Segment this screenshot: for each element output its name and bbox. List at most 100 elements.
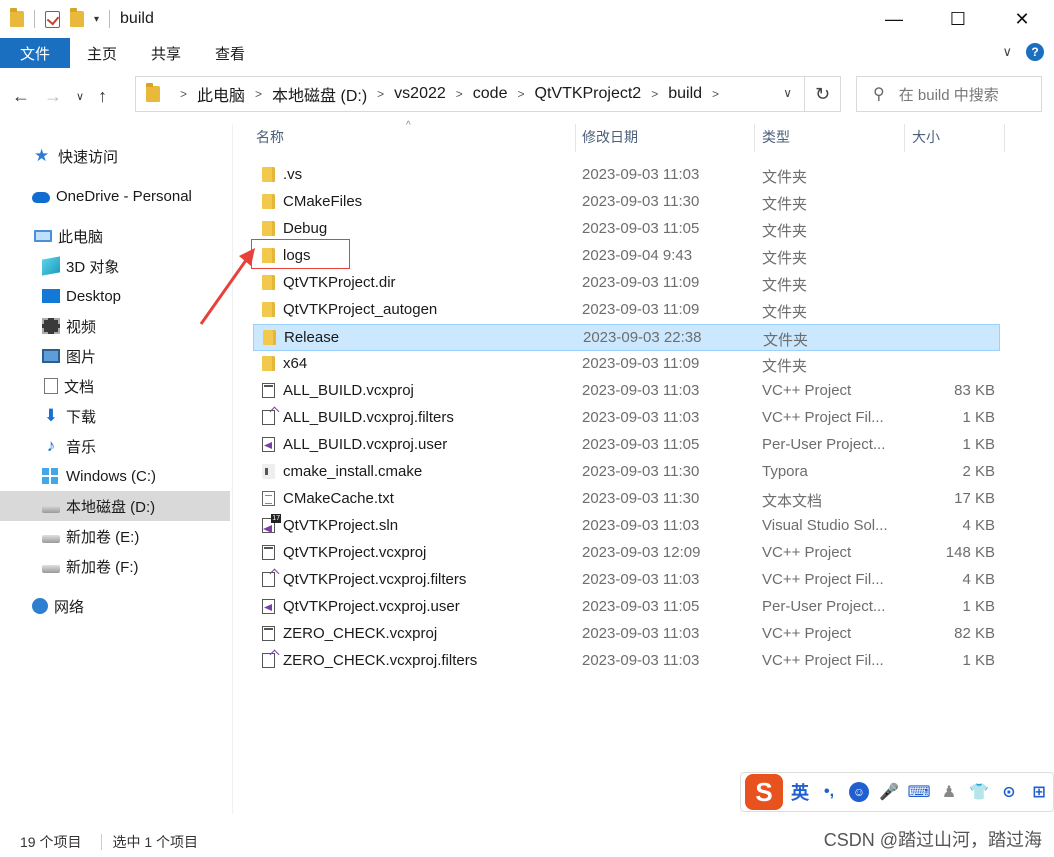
column-header-name[interactable]: 名称	[256, 124, 284, 150]
breadcrumb-qtvtkproject2[interactable]: QtVTKProject2	[535, 85, 642, 103]
file-row[interactable]: .vs 2023-09-03 11:03 文件夹	[253, 162, 1000, 189]
file-type: Typora	[762, 463, 808, 480]
help-icon[interactable]: ?	[1026, 43, 1044, 61]
file-type: 文本文档	[762, 493, 823, 510]
new-folder-icon[interactable]	[70, 8, 84, 27]
breadcrumb-vs2022[interactable]: vs2022	[394, 85, 446, 103]
file-row[interactable]: logs 2023-09-04 9:43 文件夹	[253, 243, 1000, 270]
file-row[interactable]: cmake_install.cmake 2023-09-03 11:30 Typor…	[253, 459, 1000, 486]
recent-locations-button[interactable]: ∨	[76, 90, 84, 103]
file-row[interactable]: Debug 2023-09-03 11:05 文件夹	[253, 216, 1000, 243]
customize-toolbar-icon[interactable]: ▾	[94, 14, 99, 25]
file-row[interactable]: CMakeCache.txt 2023-09-03 11:30 文本文档 17 KB	[253, 486, 1000, 513]
sidebar-item-documents[interactable]: 文档	[0, 371, 230, 401]
file-size: 1 KB	[962, 652, 995, 669]
file-row[interactable]: CMakeFiles 2023-09-03 11:30 文件夹	[253, 189, 1000, 216]
ime-mode-toggle[interactable]: 英	[791, 779, 809, 805]
annotation-arrow	[199, 248, 255, 325]
sidebar-item-onedrive[interactable]: OneDrive - Personal	[0, 181, 230, 211]
tab-share[interactable]: 共享	[134, 38, 198, 68]
file-row[interactable]: QtVTKProject_autogen 2023-09-03 11:09 文件夹	[253, 297, 1000, 324]
sidebar-item-label: 下载	[66, 408, 97, 426]
sidebar-item-drive-f[interactable]: 新加卷 (F:)	[0, 551, 230, 581]
chevron-right-icon[interactable]: >	[255, 87, 262, 101]
file-name: ALL_BUILD.vcxproj	[283, 382, 414, 399]
sidebar-item-this-pc[interactable]: 此电脑	[0, 221, 230, 251]
file-row[interactable]: QtVTKProject.vcxproj.filters 2023-09-03 1…	[253, 567, 1000, 594]
file-row[interactable]: QtVTKProject.dir 2023-09-03 11:09 文件夹	[253, 270, 1000, 297]
folder-icon[interactable]	[10, 8, 24, 27]
chevron-right-icon[interactable]: >	[180, 87, 187, 101]
address-dropdown-button[interactable]: ∨	[783, 86, 792, 100]
sidebar-item-quick-access[interactable]: ★ 快速访问	[0, 141, 230, 171]
chevron-right-icon[interactable]: >	[712, 87, 719, 101]
column-divider[interactable]	[904, 124, 905, 152]
emoji-icon[interactable]: ☺	[849, 782, 869, 802]
grid-icon[interactable]: ⊞	[1029, 782, 1049, 802]
sidebar-item-music[interactable]: ♪ 音乐	[0, 431, 230, 461]
sogou-logo-icon[interactable]: S	[745, 774, 783, 810]
file-row[interactable]: Release 2023-09-03 22:38 文件夹	[253, 324, 1000, 351]
chevron-right-icon[interactable]: >	[456, 87, 463, 101]
column-divider[interactable]	[754, 124, 755, 152]
sidebar-item-label: 快速访问	[58, 148, 119, 166]
file-row[interactable]: ALL_BUILD.vcxproj.filters 2023-09-03 11:0…	[253, 405, 1000, 432]
column-header-date[interactable]: 修改日期	[582, 124, 638, 150]
file-row[interactable]: x64 2023-09-03 11:09 文件夹	[253, 351, 1000, 378]
sidebar-item-downloads[interactable]: ⬇ 下载	[0, 401, 230, 431]
close-button[interactable]: ✕	[990, 0, 1054, 38]
breadcrumb-code[interactable]: code	[473, 85, 508, 103]
user-icon[interactable]: ♟	[939, 782, 959, 802]
search-icon: ⚲	[873, 86, 885, 103]
sidebar-item-label: 3D 对象	[66, 258, 120, 276]
file-row[interactable]: ZERO_CHECK.vcxproj.filters 2023-09-03 11:…	[253, 648, 1000, 675]
file-row[interactable]: QtVTKProject.vcxproj 2023-09-03 12:09 VC++…	[253, 540, 1000, 567]
breadcrumb-this-pc[interactable]: 此电脑	[197, 82, 245, 106]
breadcrumb-drive-d[interactable]: 本地磁盘 (D:)	[272, 82, 367, 106]
expand-ribbon-icon[interactable]: ∨	[1002, 44, 1012, 60]
search-box[interactable]: ⚲ 在 build 中搜索	[856, 76, 1042, 112]
sidebar-item-drive-d[interactable]: 本地磁盘 (D:)	[0, 491, 230, 521]
file-row[interactable]: ZERO_CHECK.vcxproj 2023-09-03 11:03 VC++ P…	[253, 621, 1000, 648]
file-row[interactable]: QtVTKProject.sln 2023-09-03 11:03 Visual S…	[253, 513, 1000, 540]
file-name: ZERO_CHECK.vcxproj.filters	[283, 652, 478, 669]
properties-icon[interactable]	[45, 10, 60, 28]
column-divider[interactable]	[1004, 124, 1005, 152]
chevron-right-icon[interactable]: >	[651, 87, 658, 101]
minimize-button[interactable]: —	[862, 0, 926, 38]
microphone-icon[interactable]: 🎤	[879, 782, 899, 802]
file-row[interactable]: QtVTKProject.vcxproj.user 2023-09-03 11:0…	[253, 594, 1000, 621]
breadcrumb-build[interactable]: build	[668, 85, 702, 103]
watermark-text: CSDN @踏过山河，踏过海	[823, 830, 1042, 850]
sidebar-item-drive-e[interactable]: 新加卷 (E:)	[0, 521, 230, 551]
tab-view[interactable]: 查看	[198, 38, 262, 68]
file-row[interactable]: ALL_BUILD.vcxproj.user 2023-09-03 11:05 Pe…	[253, 432, 1000, 459]
skin-icon[interactable]: 👕	[969, 782, 989, 802]
gamepad-icon[interactable]: ⊙	[999, 782, 1019, 802]
sidebar-item-drive-c[interactable]: Windows (C:)	[0, 461, 230, 491]
folder-icon	[262, 356, 275, 371]
pane-divider[interactable]	[232, 124, 233, 814]
folder-icon	[262, 221, 275, 236]
vcxproj-icon	[262, 545, 275, 560]
up-button[interactable]: ↑	[98, 86, 107, 107]
chevron-right-icon[interactable]: >	[377, 87, 384, 101]
tab-file[interactable]: 文件	[0, 38, 70, 68]
tab-home[interactable]: 主页	[70, 38, 134, 68]
sidebar-item-pictures[interactable]: 图片	[0, 341, 230, 371]
file-date: 2023-09-03 12:09	[582, 544, 701, 561]
file-row[interactable]: ALL_BUILD.vcxproj 2023-09-03 11:03 VC++ Pr…	[253, 378, 1000, 405]
column-header-type[interactable]: 类型	[762, 124, 790, 150]
chevron-right-icon[interactable]: >	[517, 87, 524, 101]
punctuation-toggle[interactable]: •,	[819, 782, 839, 802]
keyboard-icon[interactable]: ⌨	[907, 782, 930, 802]
sidebar-item-network[interactable]: 网络	[0, 591, 230, 621]
address-bar[interactable]: > 此电脑 > 本地磁盘 (D:) > vs2022 > code > QtVT…	[135, 76, 805, 112]
maximize-button[interactable]: ☐	[926, 0, 990, 38]
column-header-size[interactable]: 大小	[912, 124, 940, 150]
file-date: 2023-09-03 11:05	[582, 220, 700, 237]
back-button[interactable]: ←	[12, 86, 30, 107]
forward-button[interactable]: →	[44, 86, 62, 107]
refresh-button[interactable]: ↻	[805, 76, 841, 112]
column-divider[interactable]	[575, 124, 576, 152]
